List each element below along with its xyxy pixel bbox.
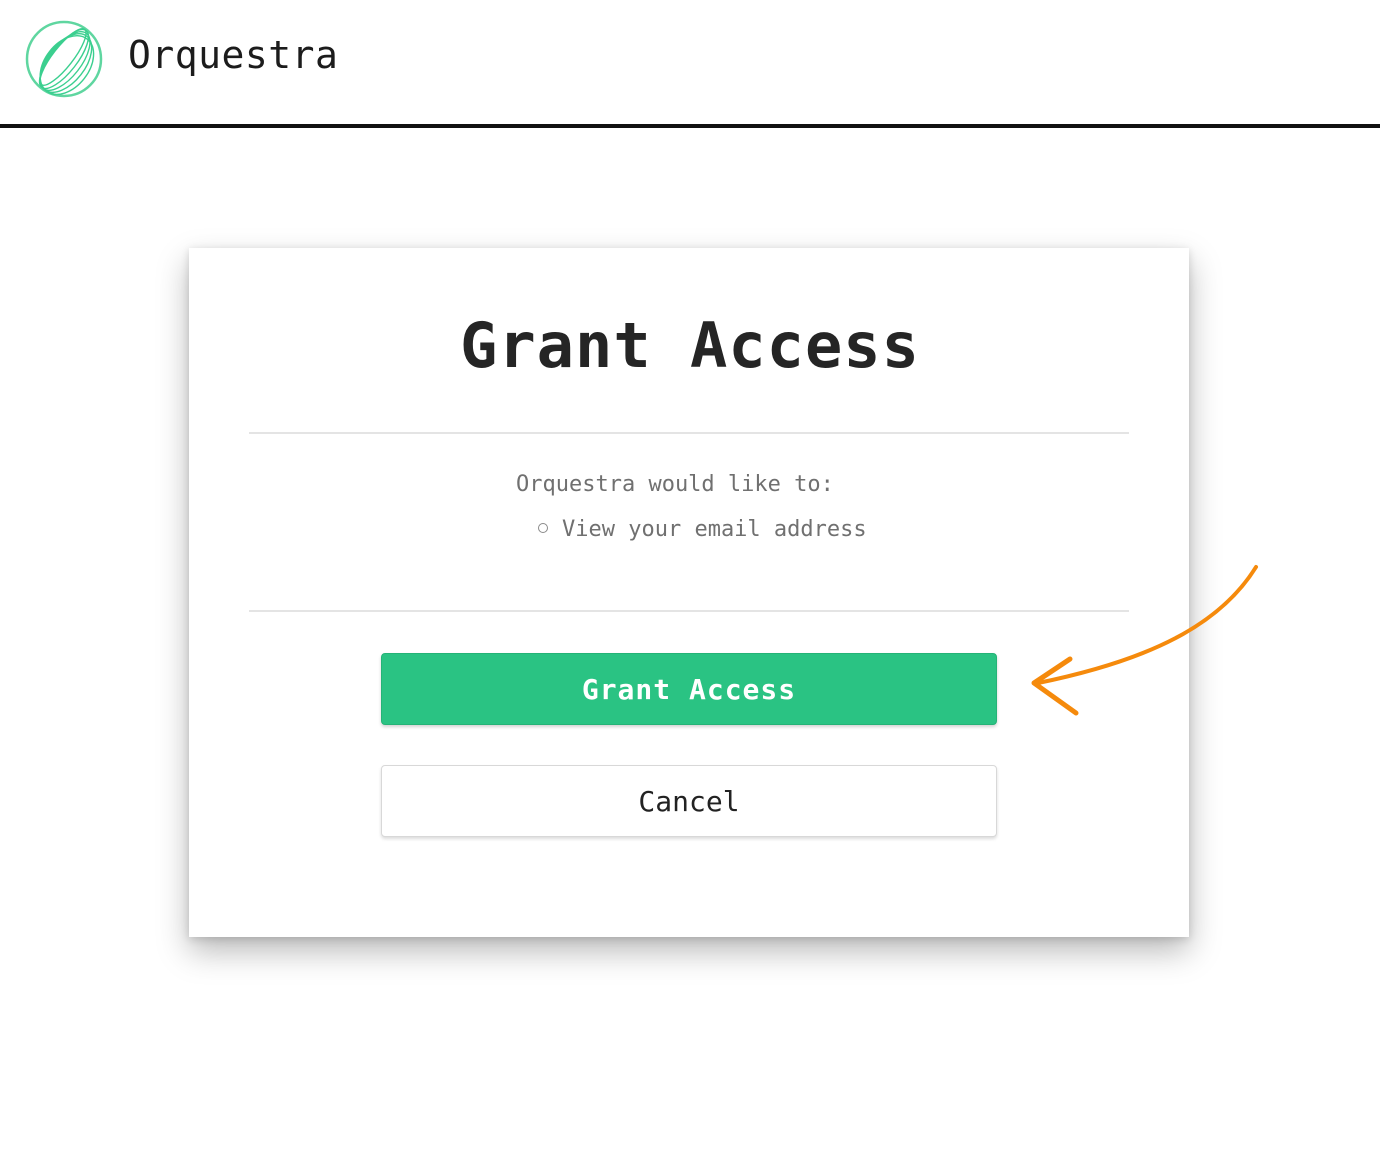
dialog-title: Grant Access: [460, 309, 920, 382]
orquestra-logo-icon[interactable]: [24, 19, 104, 99]
divider-bottom: [249, 610, 1129, 612]
bullet-icon: [538, 523, 548, 533]
permission-item: View your email address: [538, 515, 867, 545]
permission-intro: Orquestra would like to:: [516, 472, 834, 497]
divider-top: [249, 432, 1129, 434]
app-header: Orquestra: [0, 0, 1380, 128]
arrow-pointer-icon: [1020, 555, 1270, 730]
brand-name: Orquestra: [128, 33, 339, 77]
grant-access-button[interactable]: Grant Access: [381, 653, 997, 725]
permission-label: View your email address: [562, 517, 867, 542]
cancel-button[interactable]: Cancel: [381, 765, 997, 837]
